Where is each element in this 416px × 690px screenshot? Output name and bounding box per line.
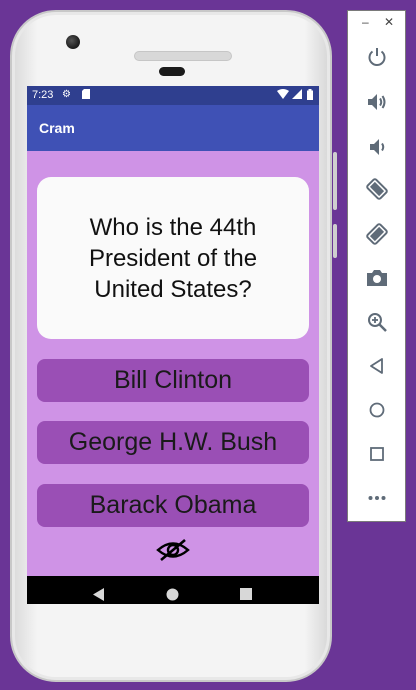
- volume-up-icon[interactable]: [365, 90, 389, 114]
- earpiece: [159, 67, 185, 76]
- home-icon[interactable]: [365, 398, 389, 422]
- app-bar: Cram: [27, 105, 319, 151]
- minimize-icon[interactable]: –: [362, 15, 369, 29]
- volume-down-icon[interactable]: [365, 135, 389, 159]
- answer-label: Barack Obama: [89, 491, 257, 519]
- status-bar: 7:23 ⚙: [27, 86, 319, 105]
- question-text: Who is the 44th President of the United …: [88, 213, 258, 303]
- sd-card-icon: [82, 89, 90, 103]
- overview-icon[interactable]: [365, 442, 389, 466]
- phone-volume-button: [333, 152, 337, 210]
- question-card[interactable]: Who is the 44th President of the United …: [37, 177, 309, 339]
- answer-button-3[interactable]: Barack Obama: [37, 484, 309, 527]
- speaker-grille: [134, 51, 232, 61]
- rotate-right-icon[interactable]: [365, 222, 389, 246]
- phone-frame: 7:23 ⚙ Cram Who is the 44th President of…: [10, 10, 337, 682]
- camera-icon[interactable]: [365, 266, 389, 290]
- wifi-icon: [277, 89, 289, 103]
- close-icon[interactable]: ✕: [384, 15, 394, 29]
- back-icon[interactable]: [365, 354, 389, 378]
- nav-home-icon[interactable]: [166, 588, 179, 601]
- visibility-off-icon[interactable]: [156, 537, 190, 563]
- nav-back-icon[interactable]: [93, 588, 105, 601]
- zoom-icon[interactable]: [365, 310, 389, 334]
- nav-overview-icon[interactable]: [240, 588, 252, 600]
- emulator-toolbar: – ✕: [347, 10, 406, 522]
- signal-icon: [292, 89, 302, 103]
- rotate-left-icon[interactable]: [365, 177, 389, 201]
- battery-icon: [307, 89, 313, 104]
- nav-bar: [27, 576, 319, 604]
- answer-label: George H.W. Bush: [68, 428, 278, 456]
- status-time: 7:23: [32, 89, 54, 101]
- phone-power-button: [333, 224, 337, 258]
- app-title: Cram: [39, 120, 75, 136]
- front-camera-icon: [66, 35, 80, 49]
- answer-label: Bill Clinton: [113, 366, 233, 394]
- phone-screen: 7:23 ⚙ Cram Who is the 44th President of…: [27, 86, 319, 604]
- settings-icon: ⚙: [62, 89, 71, 100]
- answer-button-1[interactable]: Bill Clinton: [37, 359, 309, 402]
- power-icon[interactable]: [365, 45, 389, 69]
- more-icon[interactable]: [365, 486, 389, 510]
- answer-button-2[interactable]: George H.W. Bush: [37, 421, 309, 464]
